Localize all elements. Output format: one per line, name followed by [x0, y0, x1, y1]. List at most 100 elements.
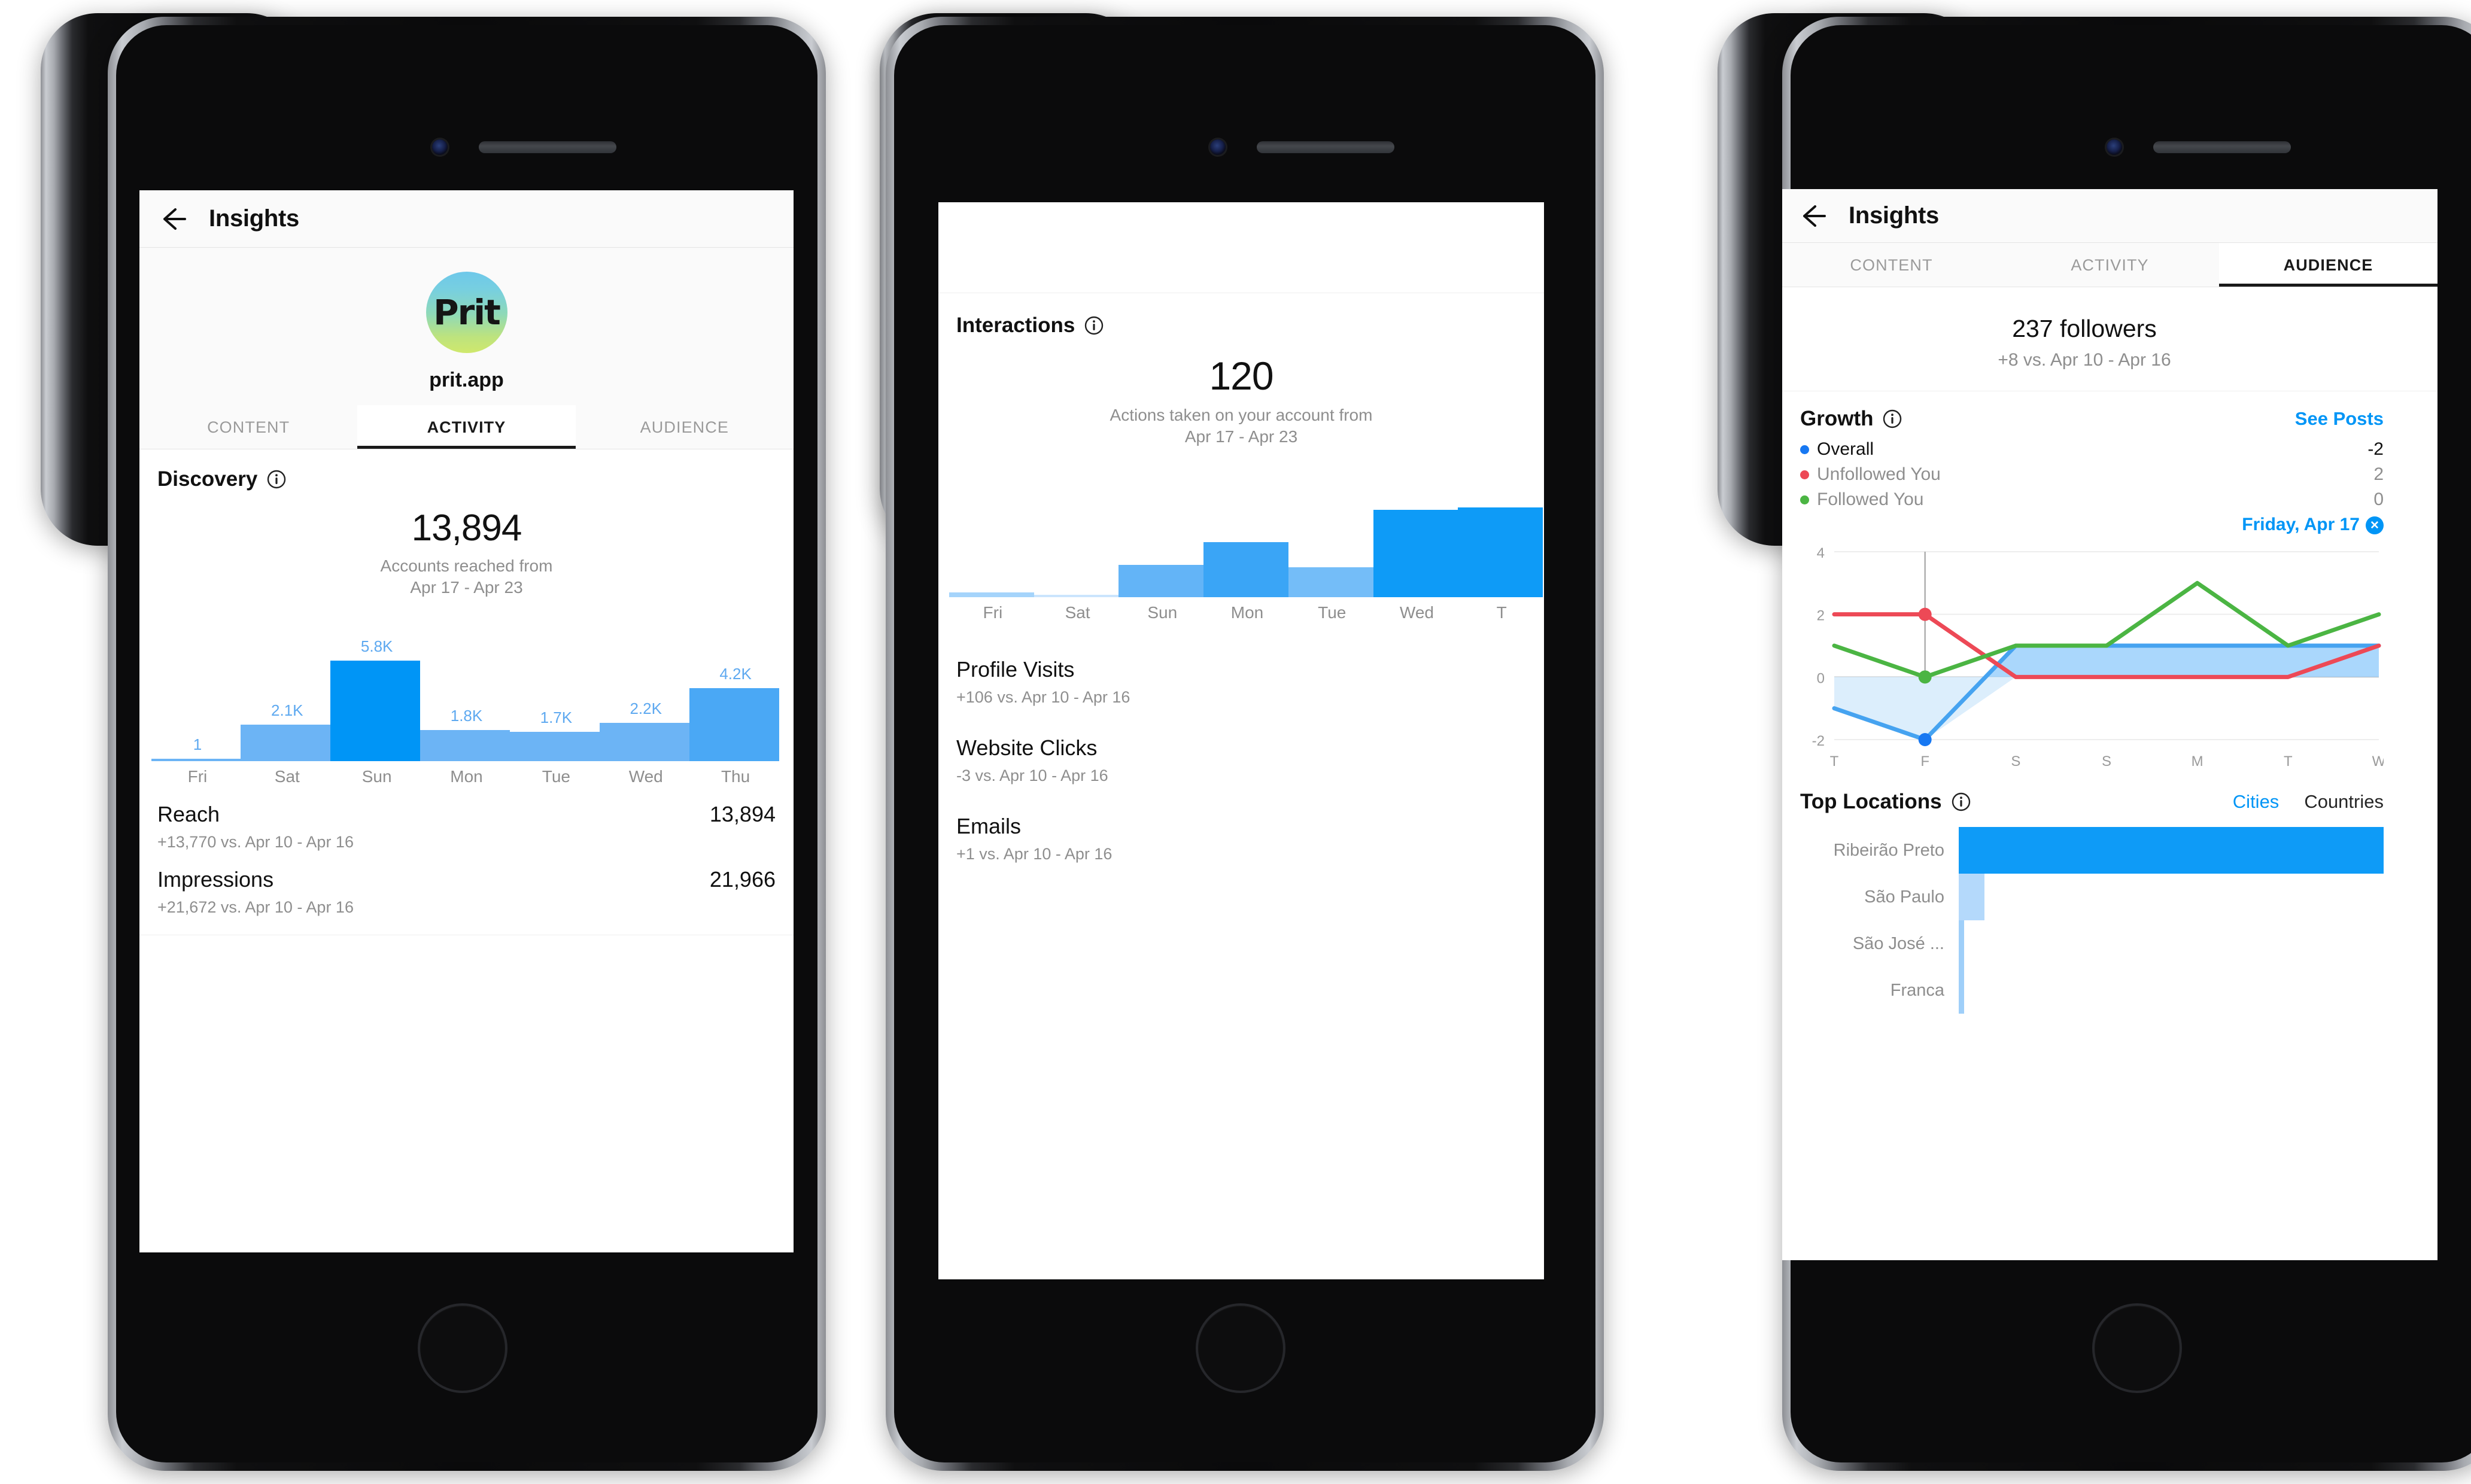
series-point-overall[interactable]: [1918, 733, 1932, 746]
info-icon[interactable]: [267, 470, 286, 489]
avatar[interactable]: Prit: [425, 272, 507, 353]
x-axis-tick: M: [2192, 753, 2203, 770]
bar-column[interactable]: 1 Fri: [151, 735, 242, 786]
selected-day-pill[interactable]: Friday, Apr 17 ✕: [1782, 510, 2437, 535]
bar-column[interactable]: 2.2K Wed: [599, 699, 691, 786]
info-icon[interactable]: [1084, 316, 1104, 335]
bar-column[interactable]: 2.1K Sat: [241, 701, 332, 786]
y-axis-tick: 2: [1817, 608, 1825, 624]
tab-activity[interactable]: ACTIVITY: [2001, 243, 2219, 287]
bar-column[interactable]: 5.8K Sun: [330, 637, 422, 786]
bar: [1458, 507, 1543, 597]
bar: [599, 722, 689, 761]
bar-day-label: Tue: [1318, 603, 1347, 622]
tab-content[interactable]: CONTENT: [139, 405, 357, 449]
bar-column[interactable]: Sat: [1034, 594, 1120, 622]
username: prit.app: [429, 369, 504, 391]
metric-row-website-clicks[interactable]: Website Clicks -3 vs. Apr 10 - Apr 16: [938, 707, 1544, 785]
navbar-3: Insights: [1782, 189, 2437, 243]
home-button[interactable]: [2092, 1303, 2182, 1393]
home-button[interactable]: [1196, 1303, 1285, 1393]
y-axis-tick: -2: [1812, 733, 1825, 749]
interactions-value: 120: [1209, 354, 1274, 398]
legend-label: Followed You: [1817, 489, 1924, 509]
front-camera-icon: [432, 139, 448, 155]
growth-line-chart: -2 0 2 4 T F S S M T W: [1782, 535, 2437, 774]
location-bar-wrap: [1959, 827, 2384, 874]
location-bar-wrap: [1959, 874, 2384, 920]
bar-column[interactable]: Sun: [1119, 564, 1205, 622]
home-button[interactable]: [418, 1303, 507, 1393]
profile-block: Prit prit.app: [139, 248, 794, 405]
phone2-screen: Interactions 120 Actions taken on your a…: [938, 202, 1544, 1279]
phone-frame-1: Insights Prit prit.app CONTENT ACTIVITY …: [108, 17, 826, 1471]
see-posts-link[interactable]: See Posts: [2295, 408, 2384, 430]
legend-row-unfollowed[interactable]: Unfollowed You 2: [1782, 460, 2437, 485]
metric-name: Impressions: [157, 866, 274, 892]
toggle-cities[interactable]: Cities: [2233, 791, 2279, 813]
location-row[interactable]: Ribeirão Preto: [1797, 827, 2384, 874]
close-circle-icon[interactable]: ✕: [2366, 516, 2384, 535]
tab-audience[interactable]: AUDIENCE: [2219, 243, 2437, 287]
x-axis-tick: W: [2372, 753, 2384, 770]
bar-column[interactable]: Wed: [1373, 509, 1460, 622]
bar-value-label: 2.2K: [630, 699, 662, 717]
metric-value: 21,966: [709, 866, 776, 892]
metric-name: Profile Visits: [956, 656, 1075, 682]
bar-column[interactable]: T: [1458, 507, 1544, 622]
bar-value-label: 1.7K: [540, 708, 573, 726]
series-point-followed-you[interactable]: [1918, 670, 1932, 684]
bar-column[interactable]: 4.2K Thu: [689, 665, 780, 786]
metric-row-reach[interactable]: Reach 13,894 +13,770 vs. Apr 10 - Apr 16: [139, 786, 794, 852]
interactions-bar-chart: Fri Sat Sun Mon Tue Wed T: [938, 473, 1544, 622]
x-axis-tick: T: [1830, 753, 1839, 770]
bar-column[interactable]: Tue: [1288, 567, 1375, 622]
toggle-countries[interactable]: Countries: [2304, 791, 2384, 813]
bar: [420, 729, 510, 761]
series-point-unfollowed-you[interactable]: [1918, 607, 1932, 621]
location-name: São Paulo: [1864, 887, 1944, 907]
info-icon[interactable]: [1883, 409, 1902, 428]
bar-day-label: Wed: [628, 767, 663, 786]
bar-column[interactable]: 1.8K Mon: [420, 706, 512, 786]
interactions-title: Interactions: [956, 314, 1075, 337]
bar-day-label: Fri: [983, 603, 1003, 622]
bar-value-label: 1.8K: [450, 706, 483, 725]
bar-value-label: 1: [193, 735, 202, 753]
metric-row-impressions[interactable]: Impressions 21,966 +21,672 vs. Apr 10 - …: [139, 852, 794, 917]
location-name: Ribeirão Preto: [1833, 840, 1944, 860]
selected-day-label: Friday, Apr 17: [2242, 515, 2360, 534]
phone-frame-3: Insights CONTENT ACTIVITY AUDIENCE 237 f…: [1782, 17, 2471, 1471]
info-icon[interactable]: [1952, 792, 1971, 811]
bar-column[interactable]: 1.7K Tue: [509, 708, 601, 786]
legend-value: -2: [2367, 439, 2384, 459]
location-row[interactable]: São José ...: [1797, 920, 2384, 967]
back-arrow-icon[interactable]: [157, 203, 189, 235]
back-arrow-icon[interactable]: [1797, 200, 1828, 232]
growth-header: Growth See Posts: [1782, 391, 2437, 431]
followers-count: 237 followers: [2012, 315, 2157, 342]
location-name: São José ...: [1852, 933, 1944, 953]
legend-label: Unfollowed You: [1817, 464, 1941, 484]
bar: [1373, 509, 1458, 597]
tab-audience[interactable]: AUDIENCE: [576, 405, 794, 449]
x-axis-tick: F: [1920, 753, 1929, 770]
empty-navbar-2: [938, 202, 1544, 293]
tab-activity[interactable]: ACTIVITY: [357, 405, 576, 449]
interactions-caption-line2: Apr 17 - Apr 23: [1184, 427, 1298, 446]
x-axis-tick: S: [2011, 753, 2020, 770]
growth-chart-svg: -2 0 2 4 T F S S M T W: [1812, 545, 2386, 770]
legend-row-overall[interactable]: Overall -2: [1782, 431, 2437, 460]
legend-row-followed[interactable]: Followed You 0: [1782, 485, 2437, 510]
location-row[interactable]: Franca: [1797, 967, 2384, 1014]
front-camera-icon: [1210, 139, 1226, 155]
legend-dot-overall: [1800, 445, 1809, 454]
bar-column[interactable]: Fri: [949, 592, 1035, 622]
metric-row-emails[interactable]: Emails +1 vs. Apr 10 - Apr 16: [938, 785, 1544, 863]
bar-column[interactable]: Mon: [1203, 542, 1290, 622]
metric-value: 13,894: [709, 801, 776, 826]
discovery-header: Discovery: [139, 449, 794, 491]
tab-content[interactable]: CONTENT: [1782, 243, 2001, 287]
metric-row-profile-visits[interactable]: Profile Visits +106 vs. Apr 10 - Apr 16: [938, 622, 1544, 707]
location-row[interactable]: São Paulo: [1797, 874, 2384, 920]
